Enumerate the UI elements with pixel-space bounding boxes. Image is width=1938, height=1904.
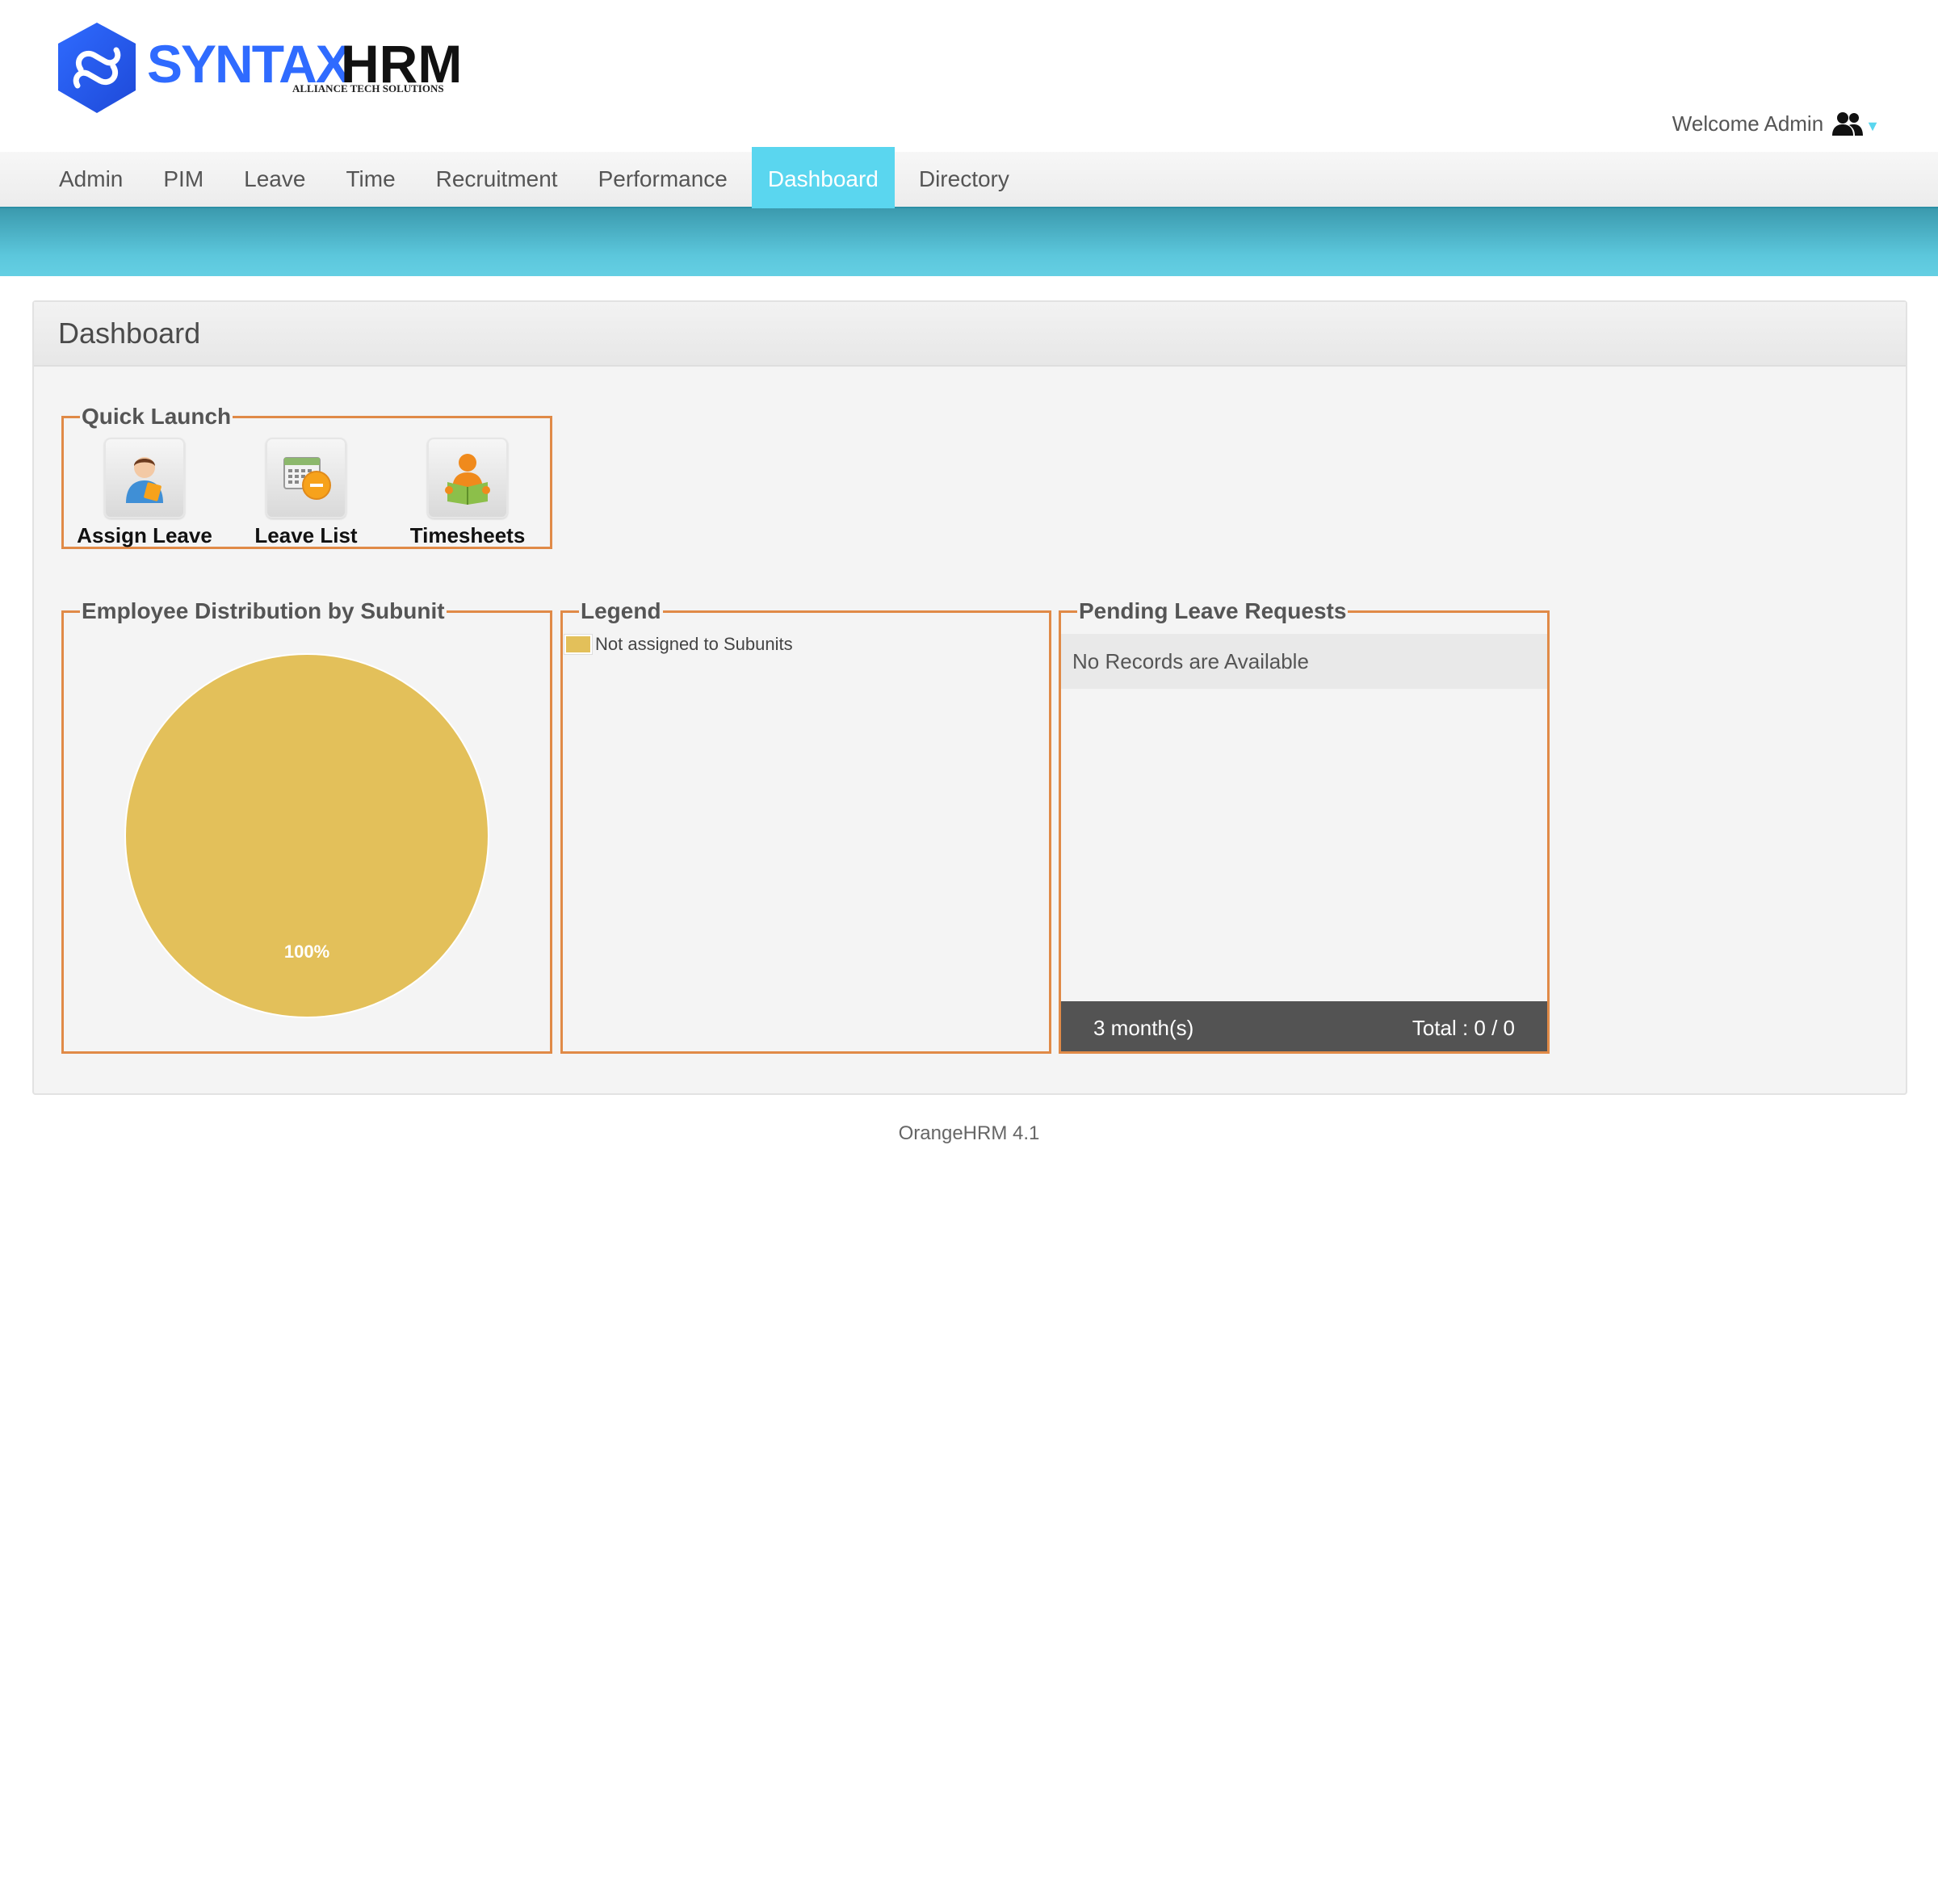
- header-banner: [0, 208, 1938, 276]
- brand-tagline: ALLIANCE TECH SOLUTIONS: [292, 82, 444, 94]
- quick-launch-assign-leave[interactable]: Assign Leave: [64, 438, 225, 548]
- menu-item-time[interactable]: Time: [325, 152, 415, 207]
- period-label: 3 month(s): [1093, 1016, 1194, 1040]
- users-icon[interactable]: [1831, 110, 1864, 137]
- welcome-menu[interactable]: Welcome Admin ▼: [1672, 110, 1880, 137]
- menu-item-leave[interactable]: Leave: [224, 152, 325, 207]
- pie-slice-not-assigned-to-subunits: [124, 653, 489, 1018]
- welcome-text[interactable]: Welcome Admin: [1672, 111, 1823, 136]
- quick-launch-title: Quick Launch: [82, 404, 232, 429]
- quick-launch-leave-list-label[interactable]: Leave List: [225, 523, 387, 548]
- pending-leave-requests-panel: Pending Leave Requests No Records are Av…: [1059, 600, 1550, 1054]
- header: SYNTAX HRM ALLIANCE TECH SOLUTIONS Welco…: [0, 0, 1938, 152]
- menu-item-admin[interactable]: Admin: [39, 152, 143, 207]
- chevron-down-icon[interactable]: ▼: [1865, 118, 1880, 135]
- menu-item-recruitment[interactable]: Recruitment: [416, 152, 578, 207]
- legend-item-label: Not assigned to Subunits: [595, 634, 793, 654]
- total-count: Total : 0 / 0: [1412, 1016, 1515, 1040]
- dashboard-panel: Dashboard Quick Launch Assign Leave Leav…: [32, 300, 1907, 1095]
- menu-item-pim[interactable]: PIM: [143, 152, 224, 207]
- pending-leave-requests-title: Pending Leave Requests: [1079, 598, 1347, 623]
- pending-leave-footer: 3 month(s) Total : 0 / 0: [1061, 1001, 1547, 1051]
- quick-launch-timesheets-label[interactable]: Timesheets: [387, 523, 548, 548]
- legend-item: Not assigned to Subunits: [564, 634, 793, 655]
- employee-distribution-panel: Employee Distribution by Subunit 100%: [61, 600, 552, 1054]
- leave-list-icon[interactable]: [266, 438, 346, 518]
- quick-launch-assign-leave-label[interactable]: Assign Leave: [64, 523, 225, 548]
- menu-item-performance[interactable]: Performance: [578, 152, 748, 207]
- main-menu: Admin PIM Leave Time Recruitment Perform…: [0, 147, 1938, 212]
- no-records-message: No Records are Available: [1061, 634, 1547, 689]
- footer-version: OrangeHRM 4.1: [898, 1122, 1040, 1144]
- legend-panel: Legend Not assigned to Subunits: [560, 600, 1051, 1054]
- menu-item-dashboard[interactable]: Dashboard: [751, 147, 895, 212]
- pie-data-label: 100%: [284, 942, 329, 962]
- quick-launch-timesheets[interactable]: Timesheets: [387, 438, 548, 548]
- quick-launch-panel: Quick Launch Assign Leave Leave List Tim…: [61, 405, 552, 549]
- employee-distribution-pie-chart: 100%: [124, 653, 489, 1018]
- timesheets-icon[interactable]: [427, 438, 508, 518]
- syntaxhrm-logo[interactable]: SYNTAX HRM ALLIANCE TECH SOLUTIONS: [57, 19, 476, 116]
- legend-swatch: [564, 635, 592, 654]
- quick-launch-leave-list[interactable]: Leave List: [225, 438, 387, 548]
- legend-title: Legend: [581, 598, 661, 623]
- menu-item-directory[interactable]: Directory: [899, 152, 1030, 207]
- page-title: Dashboard: [58, 317, 201, 350]
- assign-leave-icon[interactable]: [104, 438, 185, 518]
- panel-header: Dashboard: [34, 302, 1906, 367]
- employee-distribution-title: Employee Distribution by Subunit: [82, 598, 445, 623]
